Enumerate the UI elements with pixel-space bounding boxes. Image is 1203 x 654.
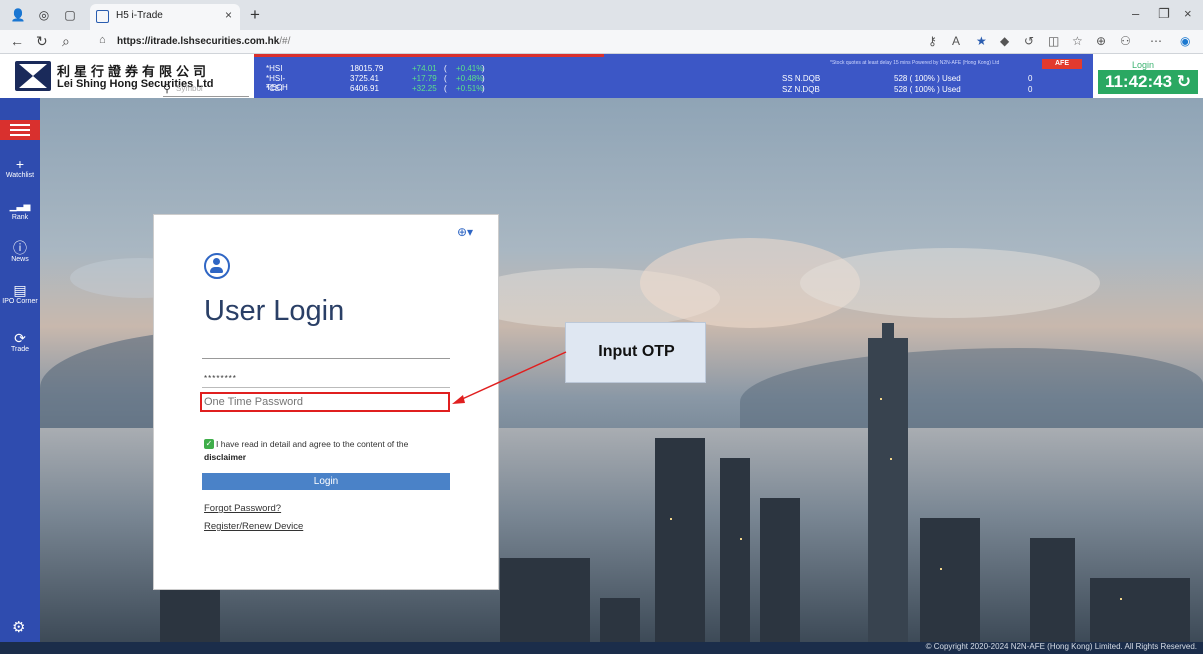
app-header: 利星行證券有限公司 Lei Shing Hong Securities Ltd … [0,54,1203,98]
nav-trade[interactable]: ⟳ Trade [0,330,40,353]
ss-connection-name: SS N.DQB [782,74,821,83]
user-avatar-icon [204,253,230,279]
split-screen-icon[interactable]: ◫ [1048,34,1059,48]
favorite-star-icon[interactable]: ★ [976,34,987,48]
login-title: User Login [204,295,345,327]
login-card: ⊕▾ User Login ******** ✓ I have read in … [153,214,499,590]
sz-connection-name: SZ N.DQB [782,85,820,94]
header-login-link[interactable]: Login [1132,60,1154,70]
otp-input[interactable] [200,392,450,412]
copilot-icon[interactable]: ◉ [1180,34,1190,48]
minimize-button[interactable]: – [1132,6,1139,21]
side-navigation: + Watchlist ▁▃▅ Rank ⓘ News ▤ IPO Corner… [0,98,40,642]
bar-chart-icon: ▁▃▅ [9,201,31,211]
company-logo-icon [15,61,51,91]
url-text: https://itrade.lshsecurities.com.hk/#/ [117,36,291,47]
back-icon[interactable]: ← [10,33,24,49]
site-favicon-icon [96,10,109,23]
search-icon[interactable]: ⌕ [62,33,70,50]
refresh-icon[interactable]: ↻ [36,33,48,50]
agree-text: I have read in detail and agree to the c… [216,439,409,449]
workspaces-icon[interactable]: ◎ [36,7,52,23]
password-field[interactable]: ******** [204,374,237,383]
nav-rank[interactable]: ▁▃▅ Rank [0,198,40,221]
register-device-link[interactable]: Register/Renew Device [204,521,303,532]
nav-watchlist-label: Watchlist [5,172,35,179]
language-globe-icon[interactable]: ⊕▾ [457,225,473,239]
ss-connection-count: 0 [1028,74,1033,83]
afe-logo: AFE [1042,59,1082,69]
window-close-button[interactable]: × [1184,6,1192,21]
sync-icon[interactable]: ⚇ [1120,34,1131,48]
tab-title: H5 i-Trade [116,10,163,21]
disclaimer-link[interactable]: disclaimer [204,452,246,462]
sz-connection-count: 0 [1028,85,1033,94]
nav-ipo-corner[interactable]: ▤ IPO Corner [0,282,40,305]
input-otp-callout: Input OTP [565,322,706,383]
ticker-accent-line [254,54,604,57]
callout-label: Input OTP [598,343,675,360]
forgot-password-link[interactable]: Forgot Password? [204,503,281,514]
username-field[interactable] [202,358,450,359]
read-aloud-icon[interactable]: A [952,34,960,48]
login-button[interactable]: Login [202,473,450,490]
ipo-icon: ▤ [13,282,27,298]
nav-news-label: News [11,256,29,263]
extensions-icon[interactable]: ◆ [1000,34,1009,48]
browser-address-bar: ← ↻ ⌕ ⌂ https://itrade.lshsecurities.com… [0,30,1203,54]
url-field[interactable]: ⌂ https://itrade.lshsecurities.com.hk/#/ [95,32,915,52]
collections-icon[interactable]: ⊕ [1096,34,1106,48]
lock-icon: ⌂ [99,34,106,46]
password-underline [202,387,450,388]
copyright-text: © Copyright 2020-2024 N2N-AFE (Hong Kong… [925,642,1197,651]
nav-news[interactable]: ⓘ News [0,240,40,263]
info-icon: ⓘ [13,240,27,256]
agree-checkbox[interactable]: ✓ [204,439,214,449]
plus-icon: + [15,156,25,172]
more-menu-icon[interactable]: ⋯ [1150,34,1162,48]
refresh-tab-icon[interactable]: ↺ [1024,34,1034,48]
nav-ipo-label: IPO Corner [2,298,38,305]
settings-gear-icon[interactable]: ⚙ [12,618,25,636]
trade-cycle-icon: ⟳ [14,330,26,346]
nav-trade-label: Trade [10,346,30,353]
tab-close-icon[interactable]: × [225,8,232,22]
sz-connection-used: 528 ( 100% ) Used [894,85,961,94]
symbol-search[interactable]: ⚲ Symbol [163,83,249,97]
tab-actions-icon[interactable]: ▢ [62,7,78,23]
footer: © Copyright 2020-2024 N2N-AFE (Hong Kong… [0,642,1203,654]
search-icon: ⚲ [163,83,172,95]
symbol-placeholder: Symbol [176,84,203,93]
key-icon[interactable]: ⚷ [928,34,937,48]
new-tab-button[interactable]: + [250,5,260,25]
profile-icon[interactable]: 👤 [10,7,26,23]
nav-watchlist[interactable]: + Watchlist [0,156,40,179]
clock-display[interactable]: 11:42:43 ↻ [1098,70,1198,94]
ss-connection-used: 528 ( 100% ) Used [894,74,961,83]
nav-rank-label: Rank [11,214,29,221]
favorites-icon[interactable]: ☆ [1072,34,1083,48]
browser-tab[interactable]: H5 i-Trade × [90,4,240,30]
browser-tab-bar: 👤 ◎ ▢ H5 i-Trade × + – ❐ × [0,0,1203,30]
hamburger-menu-icon[interactable] [0,120,40,140]
quote-delay-note: *Stock quotes at least delay 15 mins Pow… [830,60,1000,66]
maximize-button[interactable]: ❐ [1158,6,1170,22]
